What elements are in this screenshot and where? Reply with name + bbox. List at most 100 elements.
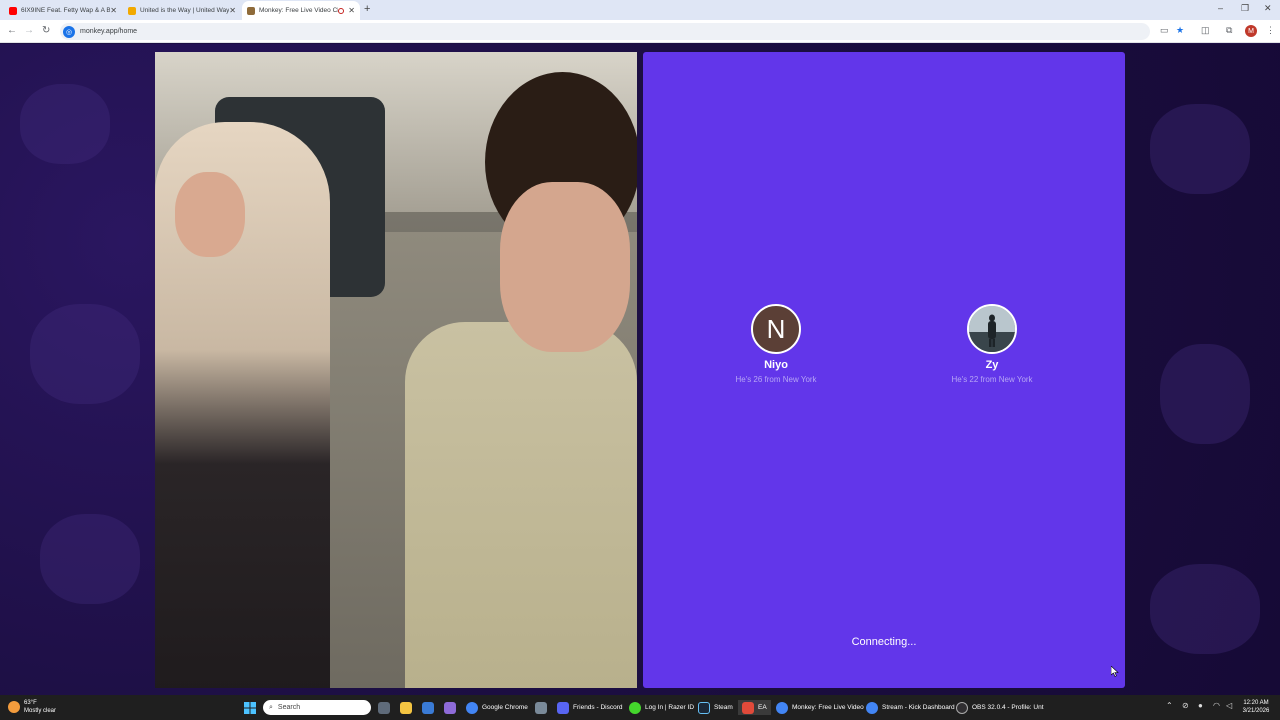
razer-icon bbox=[629, 701, 641, 714]
app-label: Stream - Kick Dashboard bbox=[882, 704, 955, 711]
avatar bbox=[967, 304, 1017, 354]
recording-icon bbox=[338, 7, 345, 14]
ea-icon bbox=[742, 701, 754, 714]
tab-youtube[interactable]: 6IX9INE Feat. Fetty Wap & A Bo ✕ bbox=[4, 1, 122, 20]
match-panel: N Niyo He's 26 from New York Zy He's 22 … bbox=[643, 52, 1125, 688]
weather-temp: 63°F bbox=[24, 700, 37, 706]
new-tab-button[interactable]: + bbox=[364, 3, 370, 15]
app-label: Steam bbox=[714, 704, 733, 711]
taskbar-app-chrome[interactable]: Google Chrome bbox=[466, 700, 528, 715]
user-subtitle: He's 22 from New York bbox=[951, 375, 1033, 384]
network-status-icon[interactable]: ⊘ bbox=[1182, 701, 1189, 710]
user-card-zy[interactable]: Zy He's 22 from New York bbox=[892, 304, 1092, 384]
close-icon[interactable]: ✕ bbox=[110, 6, 117, 15]
united-way-icon bbox=[128, 6, 136, 15]
background-blob bbox=[1150, 104, 1250, 194]
app-label: Log In | Razer ID bbox=[645, 704, 695, 711]
close-icon[interactable]: ✕ bbox=[348, 6, 355, 15]
obs-icon bbox=[956, 701, 968, 714]
app-label: OBS 32.0.4 - Profile: Unt bbox=[972, 704, 1044, 711]
video-face-right bbox=[500, 182, 630, 352]
copilot-icon[interactable] bbox=[444, 700, 460, 715]
chrome-icon bbox=[776, 701, 788, 714]
windows-logo-icon bbox=[244, 701, 256, 714]
taskbar-app-kick[interactable]: Stream - Kick Dashboard bbox=[866, 700, 955, 715]
connecting-status: Connecting... bbox=[851, 636, 917, 648]
tab-strip: 6IX9INE Feat. Fetty Wap & A Bo ✕ United … bbox=[0, 0, 1280, 20]
show-hidden-icons-chevron-icon[interactable]: ⌃ bbox=[1166, 701, 1173, 710]
store-icon[interactable] bbox=[422, 700, 438, 715]
address-bar[interactable]: ◎ monkey.app/home bbox=[60, 23, 1150, 40]
user-subtitle: He's 26 from New York bbox=[735, 375, 817, 384]
background-blob bbox=[30, 304, 140, 404]
discord-icon bbox=[557, 701, 569, 714]
site-info-icon[interactable]: ◎ bbox=[63, 25, 75, 38]
side-panel-icon[interactable]: ◫ bbox=[1201, 25, 1210, 36]
taskbar-app-razer[interactable]: Log In | Razer ID bbox=[629, 700, 694, 715]
video-person-right bbox=[405, 322, 637, 688]
taskbar: 63°F Mostly clear ⌕ Search Google Chrome… bbox=[0, 695, 1280, 720]
file-explorer-icon[interactable] bbox=[400, 700, 416, 715]
menu-kebab-icon[interactable]: ⋮ bbox=[1266, 25, 1275, 36]
maximize-button[interactable]: ❐ bbox=[1241, 3, 1249, 14]
search-icon: ⌕ bbox=[269, 703, 273, 711]
start-button[interactable] bbox=[244, 700, 256, 715]
local-video-feed bbox=[155, 52, 637, 688]
microphone-icon[interactable]: ● bbox=[1198, 701, 1203, 710]
taskbar-app-discord[interactable]: Friends - Discord bbox=[557, 700, 622, 715]
task-view-icon[interactable] bbox=[378, 700, 394, 715]
background-blob bbox=[20, 84, 110, 164]
chrome-icon bbox=[866, 701, 878, 714]
back-arrow-icon[interactable]: ← bbox=[7, 25, 17, 36]
tab-label: United is the Way | United Way bbox=[140, 7, 230, 14]
background-blob bbox=[1160, 344, 1250, 444]
monkey-page: N Niyo He's 26 from New York Zy He's 22 … bbox=[0, 44, 1280, 695]
taskbar-app-steam[interactable]: Steam bbox=[698, 700, 733, 715]
app-label: EA bbox=[758, 704, 767, 711]
close-icon[interactable]: ✕ bbox=[229, 6, 236, 15]
steam-icon bbox=[698, 701, 710, 714]
app-label: Monkey: Free Live Video bbox=[792, 704, 864, 711]
avatar-photo bbox=[969, 306, 1015, 352]
avatar: N bbox=[751, 304, 801, 354]
youtube-icon bbox=[9, 6, 17, 15]
background-blob bbox=[1150, 564, 1260, 654]
app-label: Friends - Discord bbox=[573, 704, 623, 711]
taskbar-app-ea[interactable]: EA bbox=[738, 700, 771, 715]
tab-united-way[interactable]: United is the Way | United Way ✕ bbox=[123, 1, 241, 20]
cast-icon[interactable]: ▭ bbox=[1160, 25, 1169, 36]
minimize-button[interactable]: – bbox=[1218, 3, 1223, 13]
weather-icon bbox=[8, 701, 20, 713]
tab-monkey[interactable]: Monkey: Free Live Video Ch ✕ bbox=[242, 1, 360, 20]
forward-arrow-icon[interactable]: → bbox=[24, 25, 34, 36]
system-clock[interactable]: 12:20 AM 3/21/2026 bbox=[1236, 699, 1276, 715]
profile-avatar[interactable]: M bbox=[1245, 25, 1257, 37]
browser-toolbar: ← → ↻ ◎ monkey.app/home ▭ ★ ◫ ⧉ M ⋮ bbox=[0, 20, 1280, 43]
taskbar-app-obs[interactable]: OBS 32.0.4 - Profile: Unt bbox=[956, 700, 1044, 715]
taskbar-search[interactable]: ⌕ Search bbox=[263, 700, 371, 715]
clock-time: 12:20 AM bbox=[1243, 700, 1269, 706]
clock-date: 3/21/2026 bbox=[1242, 708, 1270, 714]
weather-condition: Mostly clear bbox=[24, 708, 57, 714]
tab-label: 6IX9INE Feat. Fetty Wap & A Bo bbox=[21, 7, 111, 14]
url-text: monkey.app/home bbox=[80, 28, 138, 35]
app-label: Google Chrome bbox=[482, 704, 528, 711]
user-name: Niyo bbox=[764, 359, 788, 371]
reload-icon[interactable]: ↻ bbox=[42, 25, 50, 36]
background-blob bbox=[40, 514, 140, 604]
chrome-icon bbox=[466, 701, 478, 714]
bookmark-star-icon[interactable]: ★ bbox=[1176, 25, 1184, 36]
close-window-button[interactable]: ✕ bbox=[1264, 3, 1272, 14]
weather-widget[interactable]: 63°F Mostly clear bbox=[8, 699, 56, 715]
user-card-niyo[interactable]: N Niyo He's 26 from New York bbox=[676, 304, 876, 384]
monkey-icon bbox=[247, 6, 255, 15]
wifi-icon[interactable]: ◠ bbox=[1213, 701, 1220, 710]
extensions-icon[interactable]: ⧉ bbox=[1226, 25, 1232, 36]
mouse-cursor-icon bbox=[1111, 666, 1119, 677]
taskbar-app-monkey[interactable]: Monkey: Free Live Video bbox=[776, 700, 864, 715]
volume-icon[interactable]: ◁ bbox=[1226, 701, 1232, 710]
search-placeholder: Search bbox=[277, 704, 301, 711]
tab-label: Monkey: Free Live Video Ch bbox=[259, 7, 339, 14]
video-face-left bbox=[175, 172, 245, 257]
generic-app-icon[interactable] bbox=[535, 700, 551, 715]
